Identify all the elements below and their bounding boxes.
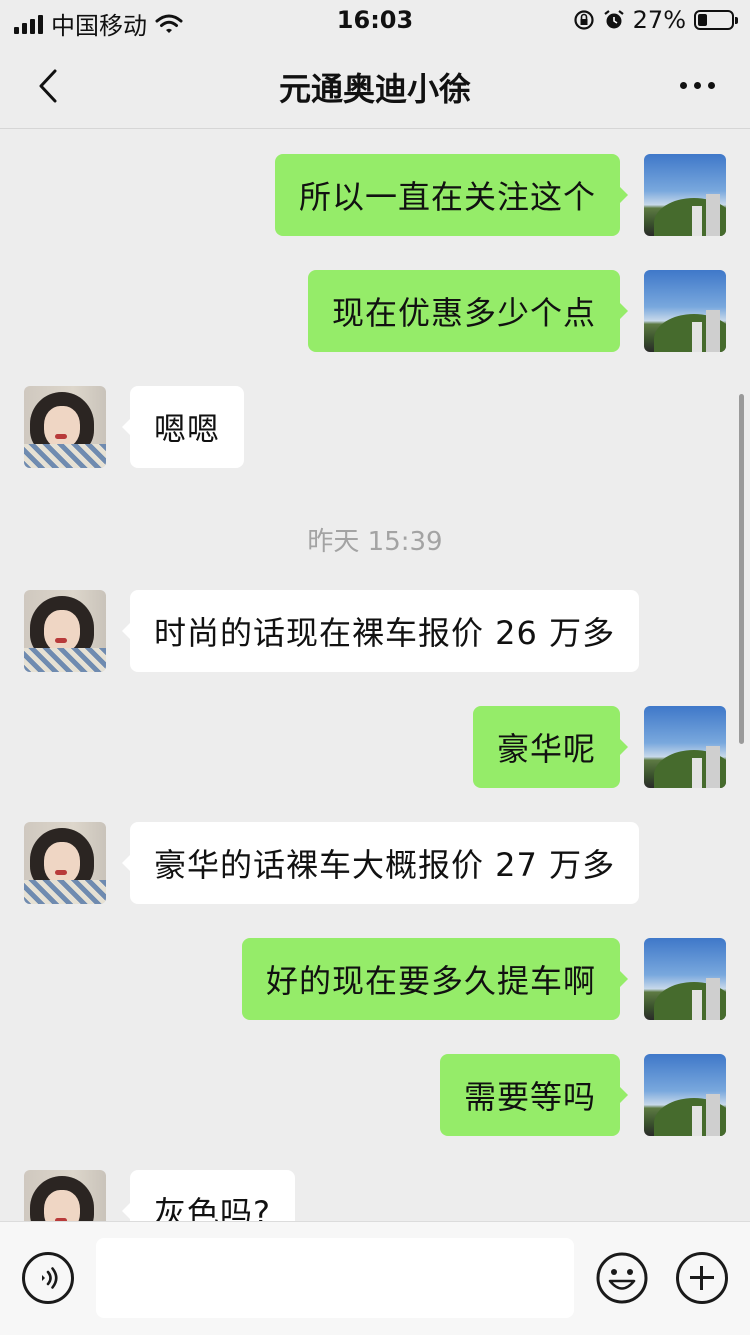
- voice-button[interactable]: [22, 1252, 74, 1304]
- message-bubble[interactable]: 好的现在要多久提车啊: [241, 938, 629, 1020]
- emoji-icon: [596, 1252, 648, 1304]
- my-avatar[interactable]: [644, 706, 726, 788]
- voice-icon: [42, 1267, 58, 1289]
- status-bar: 中国移动 16:03 27%: [0, 0, 750, 44]
- orientation-lock-icon: [574, 10, 594, 30]
- more-button[interactable]: [672, 70, 722, 100]
- emoji-button[interactable]: [596, 1252, 648, 1304]
- message-bubble[interactable]: 嗯嗯: [121, 386, 245, 468]
- message-bubble[interactable]: 需要等吗: [439, 1054, 629, 1136]
- status-right: 27%: [573, 6, 738, 34]
- contact-avatar[interactable]: [24, 590, 106, 672]
- alarm-icon: [603, 10, 624, 29]
- back-button[interactable]: [24, 62, 72, 110]
- message-bubble[interactable]: 豪华的话裸车大概报价 27 万多: [121, 822, 640, 904]
- battery-icon: [694, 10, 738, 30]
- my-avatar[interactable]: [644, 938, 726, 1020]
- chevron-left-icon: [39, 69, 57, 103]
- more-icon: [679, 81, 715, 89]
- battery-level: [698, 14, 707, 26]
- chat-title: 元通奥迪小徐: [278, 70, 471, 108]
- plus-button[interactable]: [676, 1252, 728, 1304]
- scrollbar[interactable]: [739, 394, 744, 744]
- contact-avatar[interactable]: [24, 822, 106, 904]
- message-bubble[interactable]: 灰色吗?: [122, 1170, 295, 1221]
- message-input[interactable]: [96, 1238, 574, 1318]
- message-bubble[interactable]: 所以一直在关注这个: [274, 154, 629, 236]
- message-bubble[interactable]: 豪华呢: [472, 706, 629, 788]
- contact-avatar[interactable]: [24, 386, 106, 468]
- contact-avatar[interactable]: [24, 1170, 106, 1221]
- chat-area[interactable]: 所以一直在关注这个 现在优惠多少个点 嗯嗯 昨天 15:39 时尚的话现在裸车报…: [0, 129, 750, 1221]
- my-avatar[interactable]: [644, 270, 726, 352]
- input-bar: [0, 1221, 750, 1335]
- nav-bar: 元通奥迪小徐: [0, 44, 750, 129]
- my-avatar[interactable]: [644, 1054, 726, 1136]
- battery-percent: 27%: [632, 6, 686, 34]
- message-timestamp: 昨天 15:39: [307, 527, 443, 557]
- message-bubble[interactable]: 现在优惠多少个点: [307, 270, 629, 352]
- my-avatar[interactable]: [644, 154, 726, 236]
- message-bubble[interactable]: 时尚的话现在裸车报价 26 万多: [121, 590, 640, 672]
